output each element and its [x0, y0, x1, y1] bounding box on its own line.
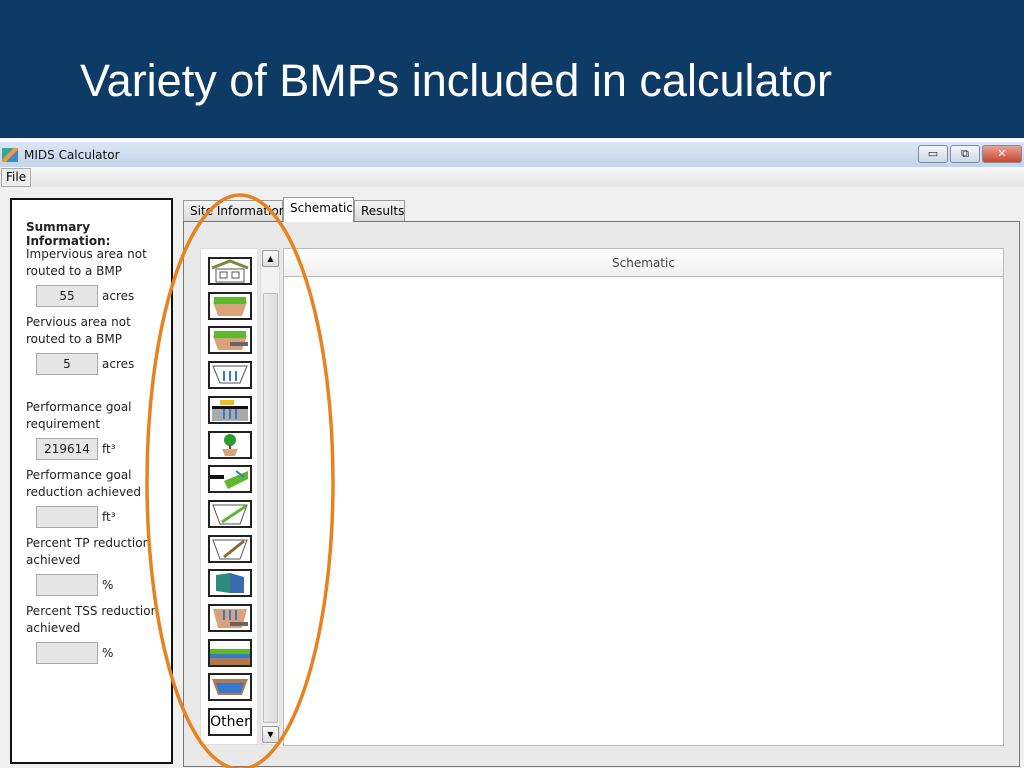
tss-reduction-value [36, 642, 98, 664]
bmp-wet-pond-button[interactable] [208, 569, 252, 598]
unit: % [102, 578, 114, 592]
permeable-pavement-icon [212, 399, 248, 421]
bmp-bioretention-button[interactable] [208, 291, 252, 320]
scroll-thumb[interactable] [263, 293, 278, 723]
field-label: Percent TSS reduction achieved [26, 604, 159, 635]
restore-button[interactable]: ⧉ [950, 145, 980, 163]
tab-results[interactable]: Results [354, 200, 405, 222]
bmp-green-roof-button[interactable] [208, 257, 252, 285]
summary-heading: Summary Information: [26, 220, 111, 248]
field-label: Performance goal requirement [26, 400, 132, 431]
bmp-other-button[interactable]: Other [208, 708, 252, 737]
bioretention-underdrain-icon [213, 331, 248, 351]
swale-side-slope-icon [210, 470, 248, 490]
tab-site-information[interactable]: Site Information [183, 200, 286, 222]
unit: acres [102, 357, 135, 371]
minimize-button[interactable]: ▭ [918, 145, 948, 163]
field-label: Impervious area not routed to a BMP [26, 247, 147, 278]
bioretention-icon [213, 296, 247, 316]
menu-file[interactable]: File [1, 168, 32, 187]
bmp-swale-side-slope-button[interactable] [208, 465, 252, 494]
bmp-tree-trench-button[interactable] [208, 430, 252, 459]
filter-strip-icon [212, 504, 248, 525]
bmp-swale-button[interactable] [208, 673, 252, 702]
schematic-panel: Schematic [283, 248, 1004, 746]
bmp-permeable-pavement-button[interactable] [208, 395, 252, 424]
bmp-icon-list: Other [200, 248, 258, 745]
schematic-header: Schematic [284, 249, 1003, 277]
icon-list-scrollbar[interactable]: ▲ ▼ [260, 248, 280, 745]
app-icon [2, 147, 18, 162]
unit: % [102, 646, 114, 660]
scroll-up-button[interactable]: ▲ [262, 250, 279, 267]
wet-pond-icon [216, 573, 244, 594]
unit: ft³ [102, 510, 116, 524]
window-title: MIDS Calculator [24, 147, 120, 162]
slide-header: Variety of BMPs included in calculator [0, 0, 1024, 138]
unit: acres [102, 289, 135, 303]
wetland-icon [210, 648, 250, 665]
unit: ft³ [102, 442, 116, 456]
bmp-filter-strip-button[interactable] [208, 499, 252, 528]
bmp-bioretention-underdrain-button[interactable] [208, 326, 252, 355]
infiltration-basin-icon [212, 365, 248, 384]
menu-bar [0, 167, 1024, 187]
impervious-area-value: 55 [36, 285, 98, 307]
infiltration-trench-icon [213, 609, 248, 628]
pervious-area-value: 5 [36, 353, 98, 375]
goal-reduction-value [36, 506, 98, 528]
green-roof-icon [211, 259, 249, 283]
bmp-wetland-button[interactable] [208, 638, 252, 667]
field-label: Performance goal reduction achieved [26, 468, 142, 499]
field-label: Percent TP reduction achieved [26, 536, 151, 567]
title-bar: MIDS Calculator ▭ ⧉ ✕ [0, 142, 1024, 167]
field-label: Pervious area not routed to a BMP [26, 315, 131, 346]
swale-icon [212, 679, 248, 696]
bmp-sand-filter-button[interactable] [208, 534, 252, 563]
bmp-infiltration-basin-button[interactable] [208, 361, 252, 390]
summary-panel: Summary Information: Impervious area not… [10, 198, 173, 764]
slide-title: Variety of BMPs included in calculator [80, 55, 833, 106]
tree-trench-icon [222, 433, 238, 456]
scroll-down-button[interactable]: ▼ [262, 726, 279, 743]
close-button[interactable]: ✕ [982, 145, 1022, 163]
bmp-infiltration-trench-button[interactable] [208, 604, 252, 632]
performance-goal-value: 219614 [36, 438, 98, 460]
tab-schematic[interactable]: Schematic [283, 197, 354, 222]
tp-reduction-value [36, 574, 98, 596]
sand-filter-icon [212, 539, 248, 560]
